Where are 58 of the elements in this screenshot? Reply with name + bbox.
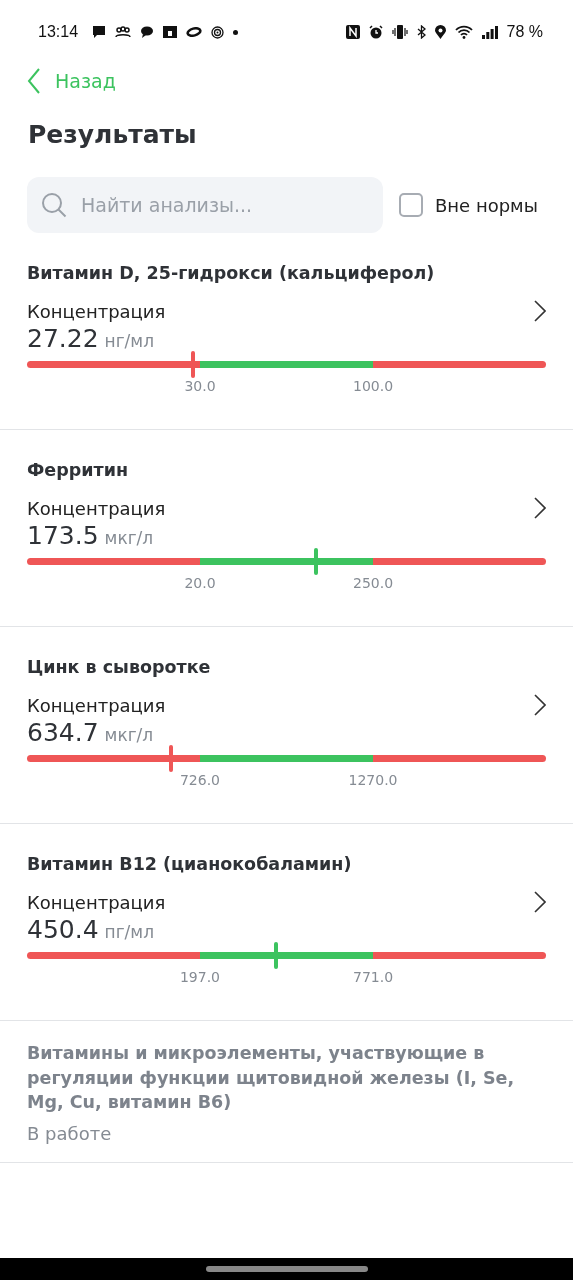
result-card[interactable]: Цинк в сыворотке Концентрация 634.7 мкг/л 726.0 1270.0	[0, 627, 573, 824]
page-title: Результаты	[28, 120, 198, 149]
alarm-icon	[368, 25, 383, 39]
result-unit: пг/мл	[104, 922, 155, 942]
test-name: Цинк в сыворотке	[27, 657, 212, 677]
pending-card[interactable]: Витамины и микроэлементы, участвующие в регуляции функции щитовидной железы (I, Se, Mg, Cu, витамин B6) В работе	[0, 1021, 573, 1163]
checkbox[interactable]	[399, 193, 423, 217]
search-field[interactable]: Найти анализы...	[27, 177, 383, 233]
range-high-label: 100.0	[352, 378, 394, 394]
bluetooth-icon	[416, 25, 426, 39]
result-card[interactable]: Ферритин Концентрация 173.5 мкг/л 20.0 250.0	[0, 430, 573, 627]
result-card[interactable]: Витамин D, 25-гидрокси (кальциферол) Концентрация 27.22 нг/мл 30.0 100.0	[0, 233, 573, 430]
chevron-left-icon	[27, 68, 41, 94]
chevron-right-icon	[534, 300, 546, 322]
status-time: 13:14	[38, 23, 79, 41]
nfc-icon	[345, 25, 360, 39]
result-value: 173.5	[27, 521, 99, 550]
calendar-icon	[163, 26, 178, 38]
result-unit: мкг/л	[104, 528, 154, 548]
battery-level: 78 %	[506, 23, 543, 41]
result-value: 450.4	[27, 915, 99, 944]
home-indicator[interactable]	[205, 1266, 368, 1272]
dot-icon	[233, 29, 239, 35]
parameter-label: Концентрация	[27, 300, 166, 322]
spiral-icon	[211, 25, 225, 39]
location-icon	[434, 25, 446, 39]
parameter-label: Концентрация	[27, 497, 166, 519]
chevron-right-icon	[534, 497, 546, 519]
status-label: В работе	[27, 1122, 113, 1144]
result-unit: нг/мл	[104, 331, 155, 351]
wifi-icon	[454, 25, 473, 39]
chevron-right-icon	[534, 891, 546, 913]
chevron-right-icon	[534, 694, 546, 716]
parameter-label: Концентрация	[27, 694, 166, 716]
result-value: 634.7	[27, 718, 99, 747]
range-low-label: 30.0	[184, 378, 216, 394]
result-value: 27.22	[27, 324, 99, 353]
group-icon	[115, 26, 132, 38]
bubble-icon	[140, 26, 155, 38]
test-name: Витамины и микроэлементы, участвующие в регуляции функции щитовидной железы (I, Se, Mg, Cu, витамин B6)	[27, 1042, 516, 1114]
search-icon	[41, 192, 67, 218]
range-high-label: 771.0	[352, 969, 394, 985]
result-card[interactable]: Витамин B12 (цианокобаламин) Концентрация 450.4 пг/мл 197.0 771.0	[0, 824, 573, 1021]
test-name: Витамин B12 (цианокобаламин)	[27, 854, 353, 874]
test-name: Ферритин	[27, 460, 130, 480]
chat-icon	[92, 25, 107, 39]
range-high-label: 250.0	[352, 575, 394, 591]
parameter-label: Концентрация	[27, 891, 166, 913]
vibrate-icon	[391, 25, 408, 39]
range-low-label: 726.0	[179, 772, 220, 788]
ring-icon	[186, 27, 203, 37]
signal-icon	[481, 25, 498, 39]
range-high-label: 1270.0	[348, 772, 398, 788]
result-unit: мкг/л	[104, 725, 154, 745]
test-name: Витамин D, 25-гидрокси (кальциферол)	[27, 263, 436, 283]
checkbox-label: Вне нормы	[435, 194, 538, 216]
range-low-label: 20.0	[184, 575, 216, 591]
range-low-label: 197.0	[179, 969, 220, 985]
